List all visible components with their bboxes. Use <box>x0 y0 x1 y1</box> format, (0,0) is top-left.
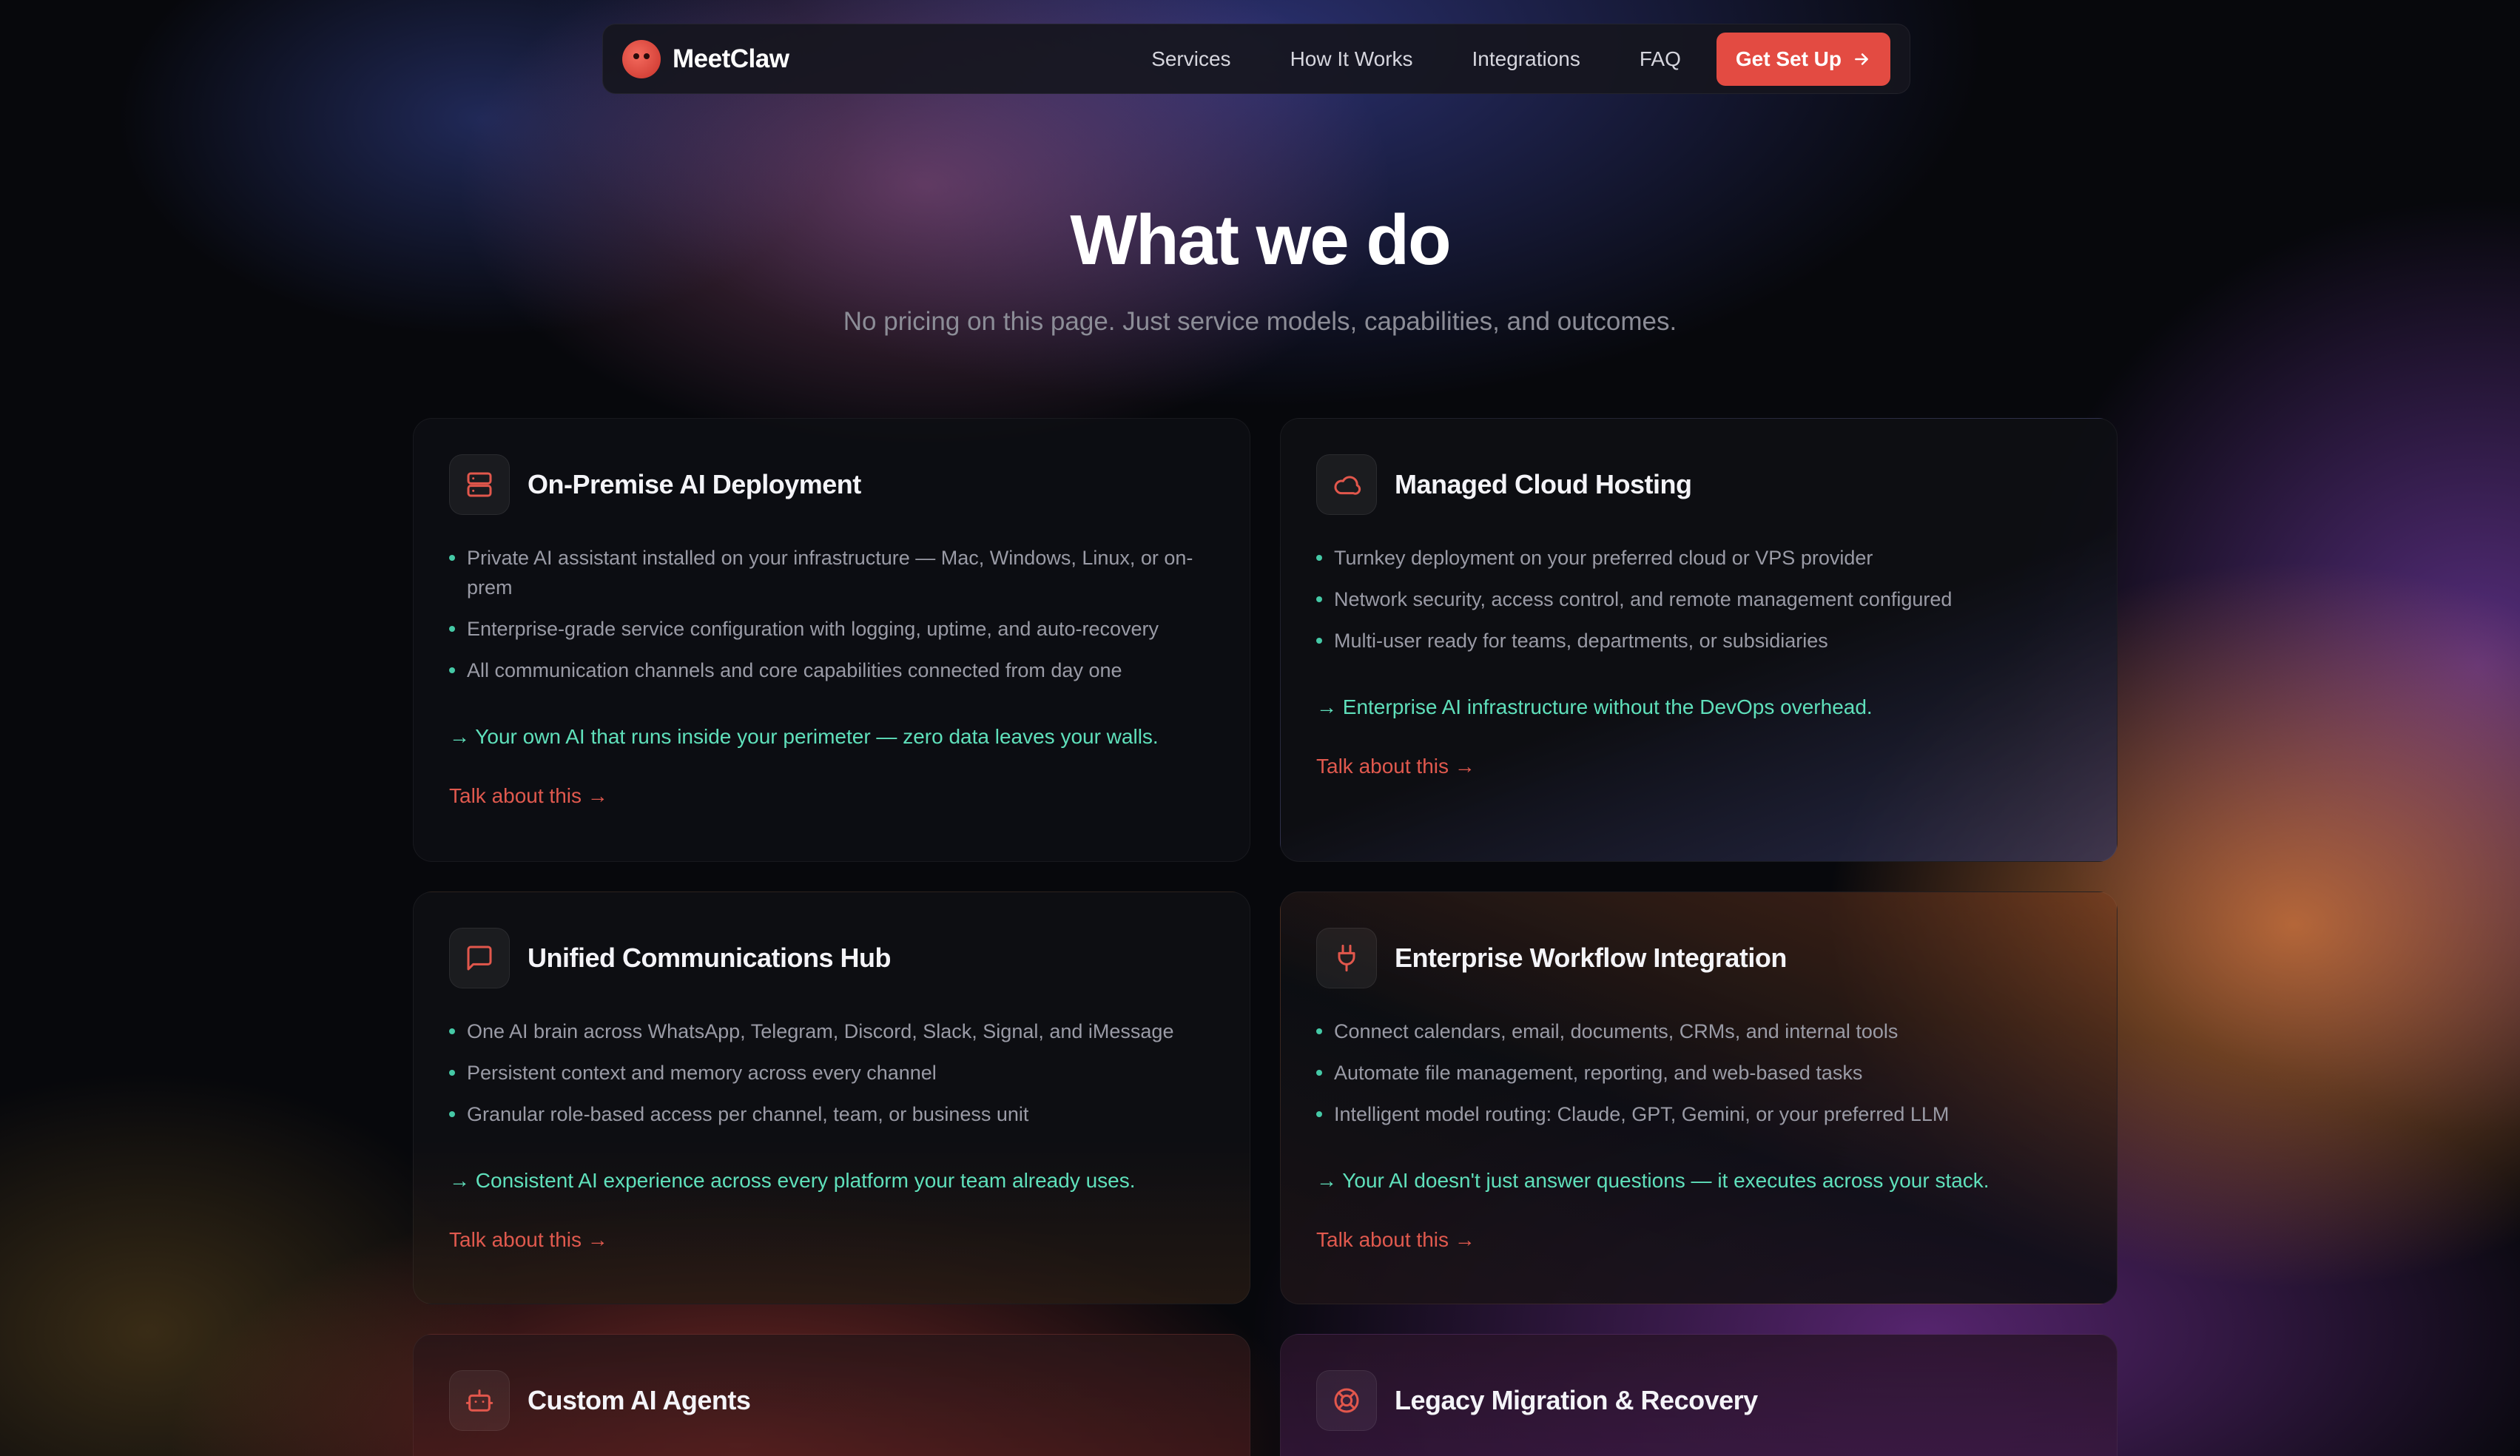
page-title: What we do <box>1070 200 1451 280</box>
meetclaw-logo-icon <box>622 39 661 78</box>
talk-about-this-link[interactable]: Talk about this → <box>449 784 608 808</box>
lifebuoy-icon <box>1316 1370 1377 1431</box>
card-title: Managed Cloud Hosting <box>1395 469 1692 499</box>
service-card-custom-agents: Custom AI Agents <box>413 1334 1250 1456</box>
get-set-up-button[interactable]: Get Set Up <box>1716 32 1890 86</box>
arrow-right-icon <box>1855 53 1868 65</box>
get-set-up-label: Get Set Up <box>1735 47 1842 70</box>
brand-name: MeetClaw <box>673 44 789 73</box>
service-card-workflow-integration: Enterprise Workflow Integration Connect … <box>1280 892 2118 1304</box>
nav-links: Services How It Works Integrations FAQ <box>1151 47 1681 71</box>
nav-link-integrations[interactable]: Integrations <box>1472 47 1580 71</box>
list-item: Persistent context and memory across eve… <box>449 1058 1214 1088</box>
talk-about-this-link[interactable]: Talk about this → <box>1316 755 1475 778</box>
service-card-legacy-migration: Legacy Migration & Recovery <box>1280 1334 2118 1456</box>
top-navbar: MeetClaw Services How It Works Integrati… <box>602 24 1910 94</box>
robot-icon <box>449 1370 510 1431</box>
card-title: Custom AI Agents <box>528 1385 751 1415</box>
capability-list: Private AI assistant installed on your i… <box>449 543 1214 685</box>
list-item: Network security, access control, and re… <box>1316 584 2081 614</box>
list-item: Granular role-based access per channel, … <box>449 1099 1214 1129</box>
chat-bubble-icon <box>449 928 510 988</box>
outcome-text: → Consistent AI experience across every … <box>449 1169 1136 1192</box>
capability-list: Connect calendars, email, documents, CRM… <box>1316 1017 2081 1129</box>
outcome-text: → Enterprise AI infrastructure without t… <box>1316 695 1873 718</box>
list-item: Enterprise-grade service configuration w… <box>449 614 1214 644</box>
list-item: Automate file management, reporting, and… <box>1316 1058 2081 1088</box>
outcome-text: → Your own AI that runs inside your peri… <box>449 725 1159 748</box>
page: MeetClaw Services How It Works Integrati… <box>0 0 2520 1456</box>
cloud-icon <box>1316 454 1377 515</box>
list-item: All communication channels and core capa… <box>449 655 1214 685</box>
talk-about-this-link[interactable]: Talk about this → <box>1316 1228 1475 1252</box>
capability-list: One AI brain across WhatsApp, Telegram, … <box>449 1017 1214 1129</box>
page-subtitle: No pricing on this page. Just service mo… <box>843 307 1677 336</box>
list-item: One AI brain across WhatsApp, Telegram, … <box>449 1017 1214 1046</box>
card-title: Unified Communications Hub <box>528 943 892 973</box>
talk-about-this-link[interactable]: Talk about this → <box>449 1228 608 1252</box>
list-item: Multi-user ready for teams, departments,… <box>1316 626 2081 655</box>
list-item: Private AI assistant installed on your i… <box>449 543 1214 602</box>
service-card-communications-hub: Unified Communications Hub One AI brain … <box>413 892 1250 1304</box>
nav-link-services[interactable]: Services <box>1151 47 1230 71</box>
list-item: Turnkey deployment on your preferred clo… <box>1316 543 2081 573</box>
nav-link-how-it-works[interactable]: How It Works <box>1290 47 1413 71</box>
list-item: Intelligent model routing: Claude, GPT, … <box>1316 1099 2081 1129</box>
outcome-text: → Your AI doesn't just answer questions … <box>1316 1169 1990 1192</box>
card-title: On-Premise AI Deployment <box>528 469 861 499</box>
card-title: Enterprise Workflow Integration <box>1395 943 1787 973</box>
card-title: Legacy Migration & Recovery <box>1395 1385 1758 1415</box>
capability-list: Turnkey deployment on your preferred clo… <box>1316 543 2081 655</box>
nav-link-faq[interactable]: FAQ <box>1640 47 1681 71</box>
service-card-on-premise: On-Premise AI Deployment Private AI assi… <box>413 418 1250 862</box>
service-card-cloud-hosting: Managed Cloud Hosting Turnkey deployment… <box>1280 418 2118 862</box>
list-item: Connect calendars, email, documents, CRM… <box>1316 1017 2081 1046</box>
brand[interactable]: MeetClaw <box>622 39 789 78</box>
plug-icon <box>1316 928 1377 988</box>
server-icon <box>449 454 510 515</box>
